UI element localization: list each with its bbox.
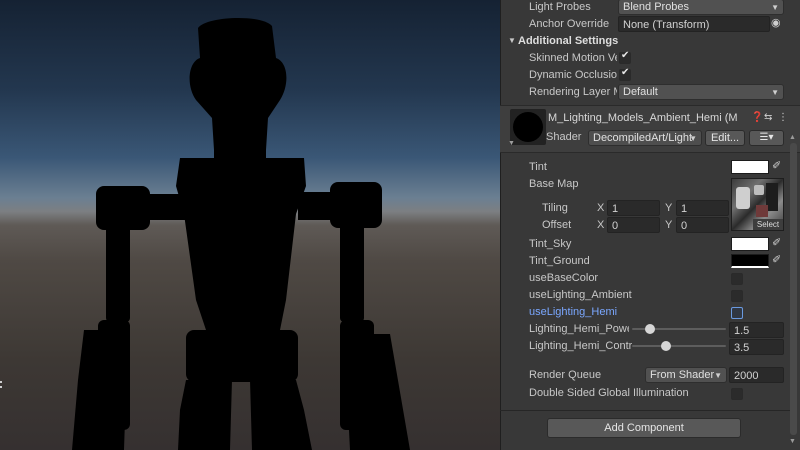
use-base-color-checkbox[interactable] [731, 273, 743, 285]
offset-x-value: 0 [612, 220, 619, 232]
eyedropper-icon[interactable]: ✐ [772, 236, 781, 249]
add-component-button[interactable]: Add Component [547, 418, 741, 438]
scroll-down-icon[interactable]: ▼ [789, 438, 796, 445]
chevron-down-icon: ▼ [714, 371, 722, 380]
tint-color-swatch[interactable] [731, 160, 769, 174]
anchor-override-label: Anchor Override [529, 18, 610, 30]
offset-y-value: 0 [681, 220, 688, 232]
skinned-motion-row: Skinned Motion Ve [0, 49, 617, 67]
double-sided-gi-checkbox[interactable] [731, 388, 743, 400]
list-icon: ☰▾ [759, 132, 774, 143]
base-map-label: Base Map [529, 178, 579, 190]
light-probes-value: Blend Probes [623, 1, 690, 13]
inspector-scrollbar[interactable] [790, 143, 797, 435]
double-sided-gi-label: Double Sided Global Illumination [529, 387, 689, 399]
rendering-layer-row: Rendering Layer M [0, 83, 617, 101]
shader-label: Shader [546, 131, 582, 143]
tiling-x-axis: X [597, 202, 605, 214]
material-name: M_Lighting_Models_Ambient_Hemi (M [548, 112, 738, 124]
texture-select-button[interactable]: Select [753, 219, 783, 230]
tiling-y-field[interactable]: 1 [676, 200, 729, 216]
chevron-down-icon: ▼ [771, 3, 779, 12]
dynamic-occlusion-row: Dynamic Occlusion [0, 66, 617, 84]
rendering-layer-dropdown[interactable]: Default ▼ [618, 84, 784, 100]
presets-icon[interactable]: ⇆ [764, 112, 772, 123]
tint-sky-color-swatch[interactable] [731, 237, 769, 251]
anchor-override-field[interactable]: None (Transform) [618, 16, 770, 32]
add-component-label: Add Component [604, 422, 684, 434]
scene-gizmo-marker [0, 381, 3, 391]
render-queue-field[interactable]: 2000 [729, 367, 784, 383]
light-probes-row: Light Probes [0, 0, 591, 16]
tint-ground-label: Tint_Ground [529, 255, 590, 267]
foldout-arrow-icon[interactable]: ▼ [508, 140, 515, 147]
offset-x-axis: X [597, 219, 605, 231]
tiling-x-field[interactable]: 1 [607, 200, 660, 216]
help-icon[interactable]: ❓ [751, 112, 763, 123]
render-queue-value: 2000 [734, 370, 759, 382]
rendering-layer-value: Default [623, 86, 658, 98]
offset-y-field[interactable]: 0 [676, 217, 729, 233]
eyedropper-icon[interactable]: ✐ [772, 253, 781, 266]
shader-edit-button[interactable]: Edit... [705, 130, 745, 146]
texture-preview-shape [736, 187, 750, 209]
skinned-motion-label: Skinned Motion Ve [529, 52, 617, 64]
chevron-down-icon: ▼ [689, 134, 697, 143]
use-lighting-hemi-label: useLighting_Hemi [529, 306, 618, 318]
dynamic-occlusion-label: Dynamic Occlusion [529, 69, 617, 81]
tiling-label: Tiling [542, 202, 568, 214]
render-queue-mode: From Shader [650, 369, 715, 381]
light-probes-label: Light Probes [529, 1, 591, 13]
hemi-power-field[interactable]: 1.5 [729, 322, 784, 338]
additional-settings-title: Additional Settings [518, 35, 619, 47]
object-picker-icon[interactable]: ◉ [771, 16, 781, 29]
offset-y-axis: Y [665, 219, 673, 231]
edit-button-label: Edit... [710, 132, 740, 144]
hemi-contrast-field[interactable]: 3.5 [729, 339, 784, 355]
tiling-y-axis: Y [665, 202, 673, 214]
offset-x-field[interactable]: 0 [607, 217, 660, 233]
tint-ground-color-swatch[interactable] [731, 254, 769, 268]
hemi-contrast-label: Lighting_Hemi_Contr [529, 340, 632, 352]
shader-value: DecompiledArt/Light [593, 132, 693, 144]
use-lighting-ambient-label: useLighting_Ambient [529, 289, 632, 301]
hemi-power-value: 1.5 [734, 325, 750, 337]
tiling-y-value: 1 [681, 203, 688, 215]
tint-sky-label: Tint_Sky [529, 238, 572, 250]
use-lighting-ambient-checkbox[interactable] [731, 290, 743, 302]
light-probes-dropdown[interactable]: Blend Probes ▼ [618, 0, 784, 15]
list-options-button[interactable]: ☰▾ [749, 130, 784, 146]
dynamic-occlusion-checkbox[interactable] [619, 67, 631, 81]
scroll-up-icon[interactable]: ▲ [789, 134, 796, 141]
texture-preview-shape [756, 205, 768, 217]
material-preview-sphere [513, 112, 543, 142]
hemi-power-label: Lighting_Hemi_Power [529, 323, 629, 335]
anchor-override-row: Anchor Override [0, 15, 609, 33]
use-lighting-hemi-checkbox[interactable] [731, 307, 743, 319]
texture-preview-shape [754, 185, 764, 195]
tint-label: Tint [529, 161, 547, 173]
render-queue-dropdown[interactable]: From Shader ▼ [645, 367, 727, 383]
hemi-power-slider-knob[interactable] [644, 324, 655, 334]
skinned-motion-checkbox[interactable] [619, 50, 631, 64]
divider [500, 410, 790, 411]
additional-settings-header[interactable]: ▼ Additional Settings [0, 32, 618, 50]
render-queue-label: Render Queue [529, 369, 602, 381]
hemi-contrast-value: 3.5 [734, 342, 750, 354]
use-base-color-label: useBaseColor [529, 272, 599, 284]
tiling-x-value: 1 [612, 203, 619, 215]
chevron-down-icon: ▼ [771, 88, 779, 97]
rendering-layer-label: Rendering Layer M [529, 86, 617, 98]
eyedropper-icon[interactable]: ✐ [772, 159, 781, 172]
hemi-contrast-slider-track[interactable] [632, 345, 726, 347]
offset-label: Offset [542, 219, 572, 231]
more-icon[interactable]: ⋮ [778, 112, 788, 123]
anchor-override-value: None (Transform) [623, 19, 710, 31]
shader-dropdown[interactable]: DecompiledArt/Light ▼ [588, 130, 702, 146]
base-map-texture-slot[interactable]: Select [731, 178, 784, 231]
foldout-arrow-icon: ▼ [508, 36, 516, 45]
